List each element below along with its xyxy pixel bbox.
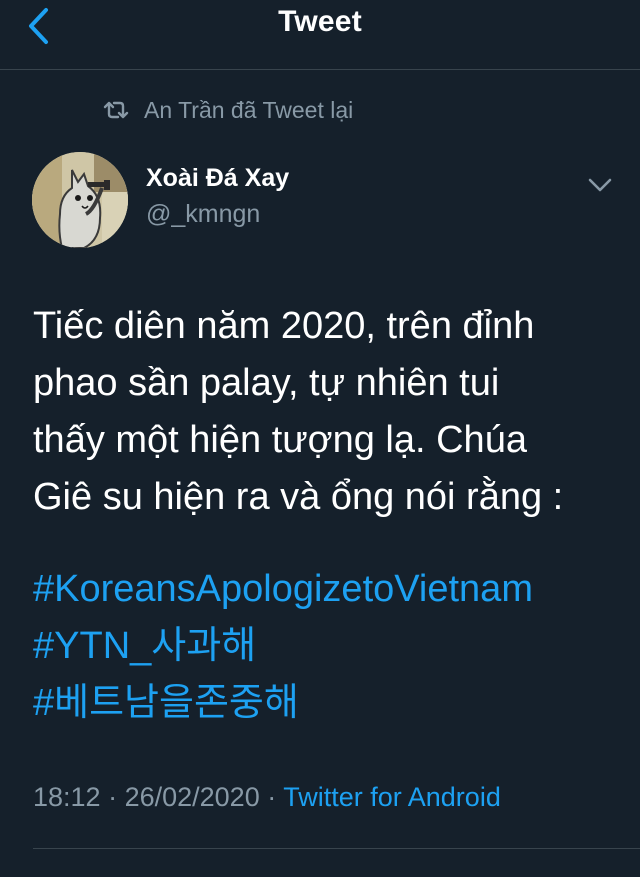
retweet-text: An Trần đã Tweet lại (144, 96, 354, 123)
avatar[interactable] (32, 152, 128, 248)
tweet-text-line: thấy một hiện tượng lạ. Chúa (33, 419, 527, 461)
tweet-text-line: Giê su hiện ra và ổng nói rằng : (33, 476, 564, 518)
hashtag-link[interactable]: #YTN_사과해 (33, 618, 633, 675)
tweet-time: 18:12 (33, 782, 101, 812)
author-handle[interactable]: @_kmngn (146, 200, 260, 229)
page-title: Tweet (278, 5, 362, 38)
tweet-text: Tiếc diên năm 2020, trên đỉnh phao sần p… (33, 298, 623, 526)
meta-separator: · (100, 782, 125, 812)
tweet-date: 26/02/2020 (124, 782, 260, 812)
top-bar: Tweet (0, 0, 640, 70)
hashtag-link[interactable]: #KoreansApologizetoVietnam (33, 561, 633, 618)
cartoon-cat-avatar (32, 152, 128, 248)
tweet-text-line: Tiếc diên năm 2020, trên đỉnh (33, 305, 535, 347)
meta-separator: · (259, 782, 284, 812)
tweet-text-line: phao sần palay, tự nhiên tui (33, 362, 500, 404)
more-options-button[interactable] (584, 170, 616, 198)
divider (33, 848, 640, 849)
chevron-down-icon (588, 178, 612, 192)
retweet-icon (103, 101, 129, 119)
author-display-name[interactable]: Xoài Đá Xay (146, 164, 289, 193)
hashtag-link[interactable]: #베트남을존중해 (33, 675, 633, 732)
tweet-metadata: 18:12 · 26/02/2020 · Twitter for Android (33, 782, 501, 813)
tweet-source-link[interactable]: Twitter for Android (283, 782, 501, 812)
retweet-attribution[interactable]: An Trần đã Tweet lại (102, 93, 353, 127)
hashtag-list: #KoreansApologizetoVietnam #YTN_사과해 #베트남… (33, 561, 633, 732)
